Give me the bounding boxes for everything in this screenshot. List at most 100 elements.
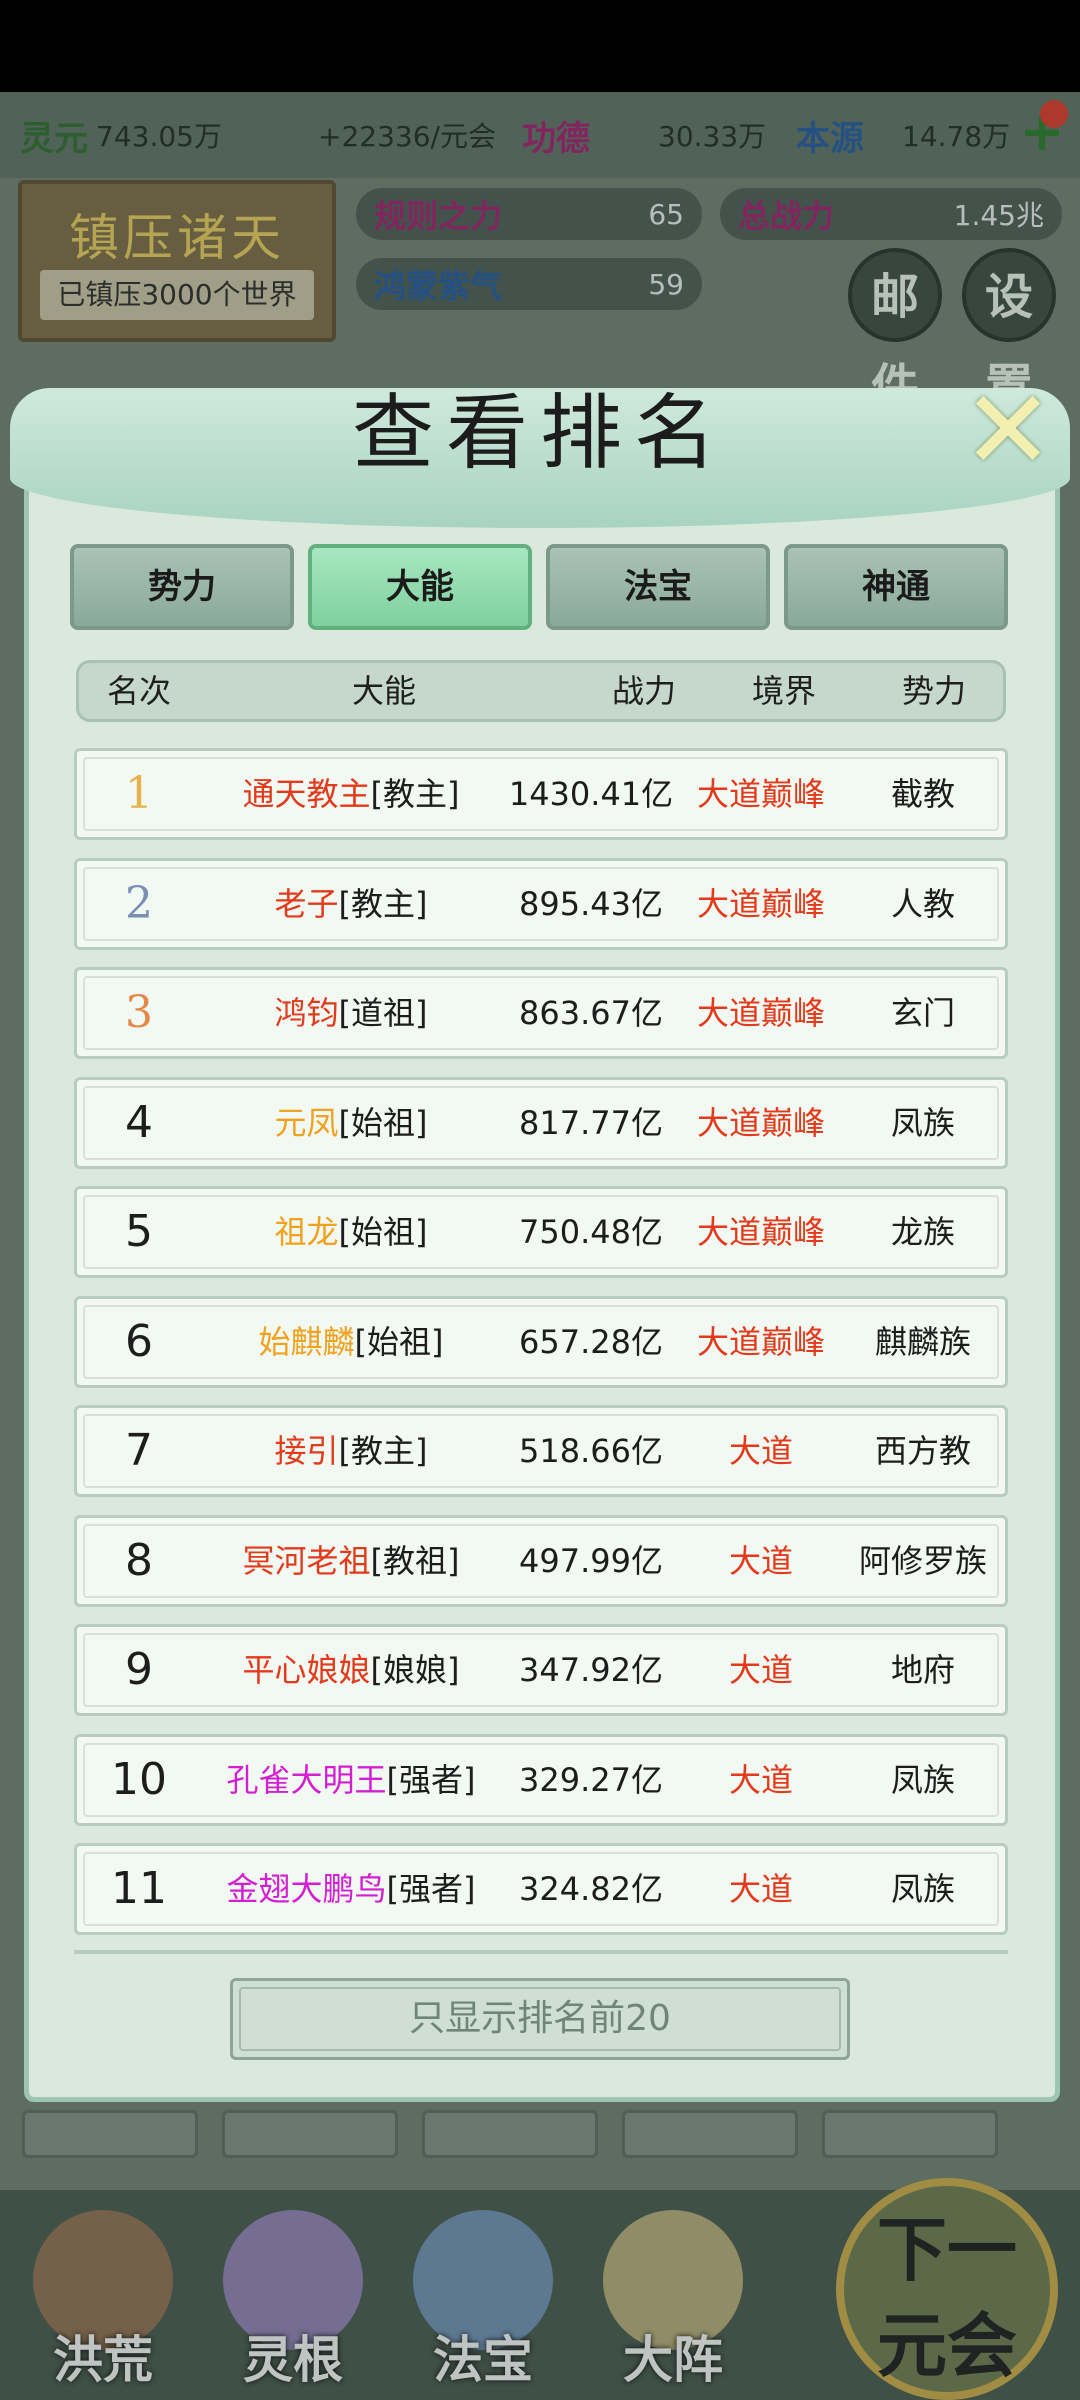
ranking-row[interactable]: 5 祖龙[始祖] 750.48亿 大道巅峰 龙族	[74, 1186, 1008, 1278]
guize-label: 规则之力	[374, 197, 503, 235]
row-faction: 玄门	[890, 994, 955, 1032]
row-title: [教主]	[370, 775, 460, 813]
row-name: 接引	[274, 1432, 339, 1470]
suppress-worlds-panel[interactable]: 镇压诸天 已镇压3000个世界	[18, 180, 336, 342]
row-rank: 2	[125, 878, 153, 929]
next-era-button[interactable]: 下一 元会	[836, 2178, 1058, 2400]
total-power-value: 1.45兆	[953, 199, 1044, 232]
row-name: 孔雀大明王	[226, 1761, 387, 1799]
row-rank: 5	[125, 1206, 153, 1257]
row-title: [强者]	[386, 1761, 476, 1799]
col-name: 大能	[351, 672, 416, 710]
show-top20-button[interactable]: 只显示排名前20	[230, 1978, 850, 2060]
background-slot	[622, 2110, 798, 2158]
row-name: 金翅大鹏鸟	[226, 1870, 387, 1908]
ranking-row[interactable]: 4 元凤[始祖] 817.77亿 大道巅峰 凤族	[74, 1077, 1008, 1169]
notification-dot	[1040, 100, 1068, 128]
tab-daneng[interactable]: 大能	[308, 544, 532, 630]
row-faction: 截教	[890, 775, 955, 813]
row-faction: 凤族	[890, 1761, 955, 1799]
row-name-cell: 金翅大鹏鸟[强者]	[201, 1846, 501, 1932]
row-name-cell: 元凤[始祖]	[201, 1080, 501, 1166]
tab-fabao[interactable]: 法宝	[546, 544, 770, 630]
tab-shentong[interactable]: 神通	[784, 544, 1008, 630]
benyuan-value: 14.78万	[902, 120, 1011, 153]
ranking-row[interactable]: 2 老子[教主] 895.43亿 大道巅峰 人教	[74, 858, 1008, 950]
row-realm: 大道	[728, 1542, 793, 1580]
row-realm: 大道巅峰	[696, 994, 825, 1032]
row-name-cell: 孔雀大明王[强者]	[201, 1737, 501, 1823]
income-rate-text: +22336/元会	[318, 120, 496, 153]
ranking-row[interactable]: 7 接引[教主] 518.66亿 大道 西方教	[74, 1405, 1008, 1497]
nav-honghuang[interactable]: 洪荒	[18, 2210, 188, 2400]
nav-dazhen[interactable]: 大阵	[588, 2210, 758, 2400]
hongmeng-stat: 鸿蒙紫气 59	[356, 258, 702, 310]
row-rank: 6	[125, 1316, 153, 1367]
background-slot	[222, 2110, 398, 2158]
row-name: 老子	[274, 885, 339, 923]
row-name: 元凤	[274, 1104, 339, 1142]
settings-button[interactable]: 设置	[962, 248, 1056, 415]
row-name-cell: 祖龙[始祖]	[201, 1189, 501, 1275]
gongde-resource: 功德 30.33万	[522, 110, 766, 160]
row-rank: 8	[125, 1535, 153, 1586]
row-title: [道祖]	[338, 994, 428, 1032]
row-title: [始祖]	[354, 1323, 444, 1361]
mail-button[interactable]: 邮件	[848, 248, 942, 415]
row-power: 863.67亿	[519, 994, 663, 1032]
close-icon[interactable]: ✕	[958, 375, 1058, 485]
row-realm: 大道巅峰	[696, 775, 825, 813]
nav-fabao[interactable]: 法宝	[398, 2210, 568, 2400]
gongde-value: 30.33万	[658, 120, 767, 153]
row-name-cell: 冥河老祖[教祖]	[201, 1518, 501, 1604]
nav-linggen[interactable]: 灵根	[208, 2210, 378, 2400]
row-faction: 凤族	[890, 1870, 955, 1908]
ranking-row[interactable]: 8 冥河老祖[教祖] 497.99亿 大道 阿修罗族	[74, 1515, 1008, 1607]
ranking-row[interactable]: 6 始麒麟[始祖] 657.28亿 大道巅峰 麒麟族	[74, 1296, 1008, 1388]
row-title: [娘娘]	[370, 1651, 460, 1689]
row-power: 324.82亿	[519, 1870, 663, 1908]
row-name: 冥河老祖	[242, 1542, 371, 1580]
row-rank: 4	[125, 1097, 153, 1148]
row-faction: 龙族	[890, 1213, 955, 1251]
guize-stat: 规则之力 65	[356, 188, 702, 240]
nav-fabao-label: 法宝	[433, 2330, 533, 2389]
row-name-cell: 鸿钧[道祖]	[201, 970, 501, 1056]
col-rank: 名次	[106, 672, 171, 710]
total-power-label: 总战力	[738, 197, 835, 235]
income-rate: +22336/元会	[318, 110, 496, 160]
row-realm: 大道巅峰	[696, 885, 825, 923]
row-name: 通天教主	[242, 775, 371, 813]
row-rank: 1	[125, 768, 153, 819]
row-realm: 大道巅峰	[696, 1213, 825, 1251]
ranking-row[interactable]: 10 孔雀大明王[强者] 329.27亿 大道 凤族	[74, 1734, 1008, 1826]
row-title: [教主]	[338, 1432, 428, 1470]
row-power: 895.43亿	[519, 885, 663, 923]
row-power: 750.48亿	[519, 1213, 663, 1251]
row-name-cell: 通天教主[教主]	[201, 751, 501, 837]
col-faction: 势力	[901, 672, 966, 710]
row-name: 鸿钧	[274, 994, 339, 1032]
ranking-row[interactable]: 3 鸿钧[道祖] 863.67亿 大道巅峰 玄门	[74, 967, 1008, 1059]
row-power: 347.92亿	[519, 1651, 663, 1689]
row-rank: 11	[111, 1863, 167, 1914]
row-name-cell: 始麒麟[始祖]	[201, 1299, 501, 1385]
row-name-cell: 老子[教主]	[201, 861, 501, 947]
ranking-row[interactable]: 9 平心娘娘[娘娘] 347.92亿 大道 地府	[74, 1624, 1008, 1716]
modal-title: 查看排名	[351, 386, 728, 481]
row-power: 1430.41亿	[508, 775, 674, 813]
ranking-row[interactable]: 11 金翅大鹏鸟[强者] 324.82亿 大道 凤族	[74, 1843, 1008, 1935]
row-faction: 凤族	[890, 1104, 955, 1142]
ranking-row[interactable]: 1 通天教主[教主] 1430.41亿 大道巅峰 截教	[74, 748, 1008, 840]
row-power: 817.77亿	[519, 1104, 663, 1142]
next-era-line1: 下一	[877, 2208, 1017, 2291]
tab-shili[interactable]: 势力	[70, 544, 294, 630]
row-power: 657.28亿	[519, 1323, 663, 1361]
nav-linggen-label: 灵根	[243, 2330, 343, 2389]
lingyuan-label: 灵元	[20, 118, 88, 159]
row-rank: 3	[125, 987, 153, 1038]
row-rank: 10	[111, 1754, 167, 1805]
col-power: 战力	[611, 672, 676, 710]
row-rank: 7	[125, 1425, 153, 1476]
nav-dazhen-label: 大阵	[623, 2330, 723, 2389]
